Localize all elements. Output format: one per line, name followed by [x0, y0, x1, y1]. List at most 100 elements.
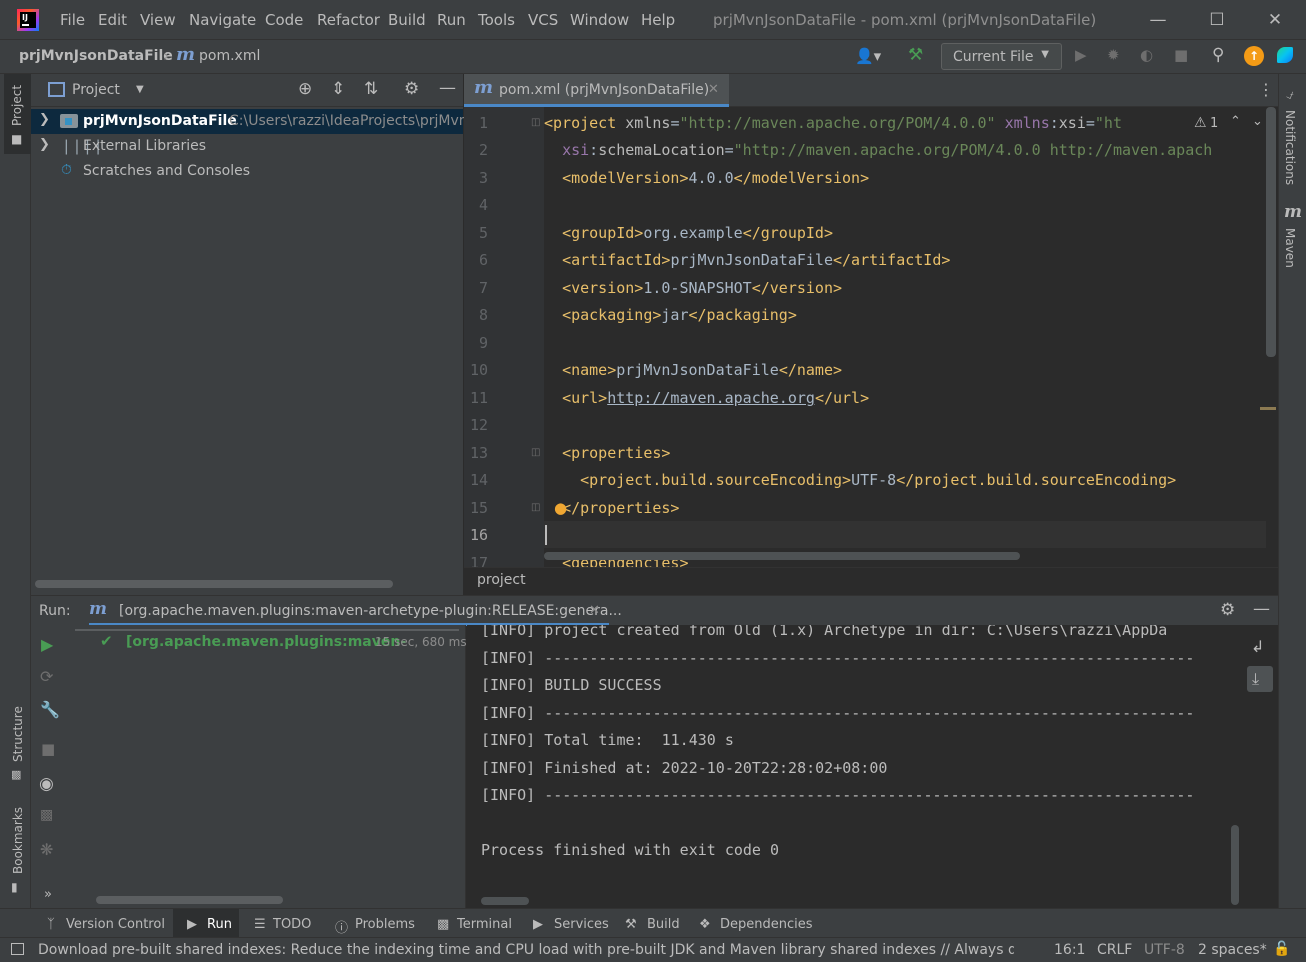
horizontal-scrollbar[interactable]	[96, 896, 283, 904]
coverage-icon[interactable]: ◐	[1140, 46, 1153, 64]
horizontal-scrollbar[interactable]	[481, 897, 529, 905]
debug-icon[interactable]: ✹	[1107, 46, 1120, 64]
menu-code[interactable]: Code	[265, 11, 303, 29]
plugin-icon[interactable]: ❋	[40, 840, 53, 859]
tool-terminal[interactable]: Terminal	[457, 917, 512, 932]
current-line-highlight	[544, 521, 1266, 548]
run-settings-gear-icon[interactable]: ⚙	[1220, 600, 1235, 620]
build-hammer-icon[interactable]: ⚒	[908, 45, 923, 65]
tool-todo[interactable]: TODO	[273, 917, 311, 932]
fold-icon[interactable]: ◫	[531, 447, 540, 458]
chevron-right-icon[interactable]: ❯	[39, 112, 50, 127]
hide-panel-icon[interactable]: —	[439, 78, 456, 98]
editor-breadcrumb[interactable]: project	[464, 567, 1278, 594]
menu-vcs[interactable]: VCS	[528, 11, 558, 29]
menu-view[interactable]: View	[140, 11, 176, 29]
run-tab[interactable]: m [org.apache.maven.plugins:maven-archet…	[89, 596, 622, 626]
hide-run-panel-icon[interactable]: —	[1253, 599, 1270, 619]
code-editor[interactable]: <project xmlns="http://maven.apache.org/…	[544, 107, 1266, 567]
next-highlight-icon[interactable]: ⌄	[1252, 114, 1263, 129]
search-icon[interactable]: ⚲	[1212, 45, 1224, 65]
collapse-all-icon[interactable]: ⇅	[364, 79, 378, 99]
menu-navigate[interactable]: Navigate	[189, 11, 256, 29]
close-window-icon[interactable]: ✕	[1263, 8, 1287, 32]
close-tab-icon[interactable]: ✕	[708, 82, 719, 97]
horizontal-scrollbar[interactable]	[544, 552, 1020, 560]
settings-gear-icon[interactable]: ⚙	[404, 79, 419, 99]
tool-services[interactable]: Services	[554, 917, 609, 932]
run-console[interactable]: [INFO] project created from Old (1.x) Ar…	[467, 625, 1242, 908]
wrench-icon[interactable]: 🔧	[40, 700, 60, 719]
menu-build[interactable]: Build	[388, 11, 426, 29]
tree-item-scratches[interactable]: ⏱ Scratches and Consoles	[31, 159, 463, 184]
menu-window[interactable]: Window	[570, 11, 629, 29]
menu-file[interactable]: File	[60, 11, 85, 29]
tool-windows-toggle-icon[interactable]	[11, 943, 24, 955]
user-account-icon[interactable]: 👤▾	[855, 47, 881, 65]
line-separator[interactable]: CRLF	[1097, 942, 1132, 958]
horizontal-scrollbar[interactable]	[35, 580, 393, 588]
rerun-failed-icon[interactable]: ⟳	[40, 667, 53, 686]
minimize-icon[interactable]: —	[1146, 8, 1170, 32]
breadcrumb-project-tag[interactable]: project	[477, 572, 526, 588]
tool-run-active[interactable]: ▶ Run	[173, 909, 239, 938]
camera-icon[interactable]: ▩	[40, 807, 53, 823]
update-icon[interactable]: ↑	[1244, 46, 1264, 66]
view-mode-dropdown-icon[interactable]: ▼	[136, 84, 144, 95]
editor-scroll-gutter[interactable]	[1260, 107, 1278, 567]
soft-wrap-icon[interactable]: ↲	[1251, 637, 1264, 656]
menu-tools[interactable]: Tools	[478, 11, 515, 29]
run-configuration-select[interactable]: Current File ▼	[941, 43, 1062, 70]
warning-marker[interactable]	[1260, 407, 1276, 410]
inspection-widget[interactable]: ⚠ 1 ⌃ ⌄	[1190, 107, 1266, 135]
tool-dependencies[interactable]: Dependencies	[720, 917, 813, 932]
run-icon: ▶	[187, 917, 197, 932]
bookmarks-stripe-button[interactable]: Bookmarks	[11, 807, 25, 874]
stop-icon[interactable]: ■	[1174, 46, 1188, 64]
eye-icon[interactable]: ◉	[39, 774, 54, 794]
run-icon[interactable]: ▶	[1075, 46, 1087, 64]
maximize-icon[interactable]: ☐	[1205, 8, 1229, 32]
vertical-scrollbar[interactable]	[1231, 825, 1239, 905]
code-with-me-icon[interactable]	[1277, 47, 1293, 63]
breadcrumb-file[interactable]: pom.xml	[199, 48, 260, 64]
rerun-icon[interactable]: ▶	[41, 635, 53, 654]
unlock-icon[interactable]: 🔓	[1273, 941, 1290, 957]
select-opened-file-icon[interactable]: ⊕	[298, 79, 312, 99]
intention-bulb-icon[interactable]: ●	[554, 499, 567, 517]
previous-highlight-icon[interactable]: ⌃	[1230, 114, 1241, 129]
indent-setting[interactable]: 2 spaces*	[1198, 942, 1267, 958]
menu-help[interactable]: Help	[641, 11, 675, 29]
expand-all-icon[interactable]: ⇕	[331, 79, 345, 99]
scroll-to-end-toggle[interactable]: ⤓	[1247, 666, 1273, 692]
file-encoding[interactable]: UTF-8	[1144, 942, 1185, 958]
tab-pom-xml[interactable]: m pom.xml (prjMvnJsonDataFile) ✕	[464, 74, 729, 107]
more-actions-icon[interactable]: »	[44, 887, 52, 902]
more-options-icon[interactable]: ⋮	[1258, 80, 1274, 99]
fold-icon[interactable]: ◫	[531, 117, 540, 128]
project-panel-title[interactable]: Project	[72, 82, 120, 98]
tree-item-project-root[interactable]: ❯ prjMvnJsonDataFile C:\Users\razzi\Idea…	[31, 109, 472, 134]
run-tree-item[interactable]: ✔ [org.apache.maven.plugins:maven- 15 se…	[67, 631, 467, 655]
menu-run[interactable]: Run	[437, 11, 466, 29]
tool-version-control[interactable]: Version Control	[66, 917, 165, 932]
run-tree: ✔ [org.apache.maven.plugins:maven- 15 se…	[67, 625, 467, 908]
tool-build[interactable]: Build	[647, 917, 680, 932]
maven-stripe-button[interactable]: Maven	[1283, 228, 1297, 268]
breadcrumb-project[interactable]: prjMvnJsonDataFile	[19, 48, 173, 64]
close-run-tab-icon[interactable]: ✕	[589, 603, 600, 618]
structure-stripe-button[interactable]: Structure	[11, 706, 25, 762]
menu-refactor[interactable]: Refactor	[317, 11, 380, 29]
stop-icon[interactable]: ■	[41, 740, 55, 758]
notifications-stripe-button[interactable]: Notifications	[1283, 110, 1297, 185]
vertical-scrollbar-thumb[interactable]	[1266, 107, 1276, 357]
menu-edit[interactable]: Edit	[98, 11, 127, 29]
intellij-logo-icon[interactable]: IJ	[17, 9, 39, 31]
tool-problems[interactable]: Problems	[355, 917, 415, 932]
chevron-right-icon[interactable]: ❯	[39, 137, 50, 152]
tree-item-external-libraries[interactable]: ❯ ❘❘❘❘ External Libraries	[31, 134, 463, 159]
caret-position[interactable]: 16:1	[1054, 942, 1085, 958]
fold-icon[interactable]: ◫	[531, 502, 540, 513]
status-message[interactable]: Download pre-built shared indexes: Reduc…	[38, 942, 1014, 958]
project-stripe-button[interactable]: Project	[10, 85, 24, 126]
